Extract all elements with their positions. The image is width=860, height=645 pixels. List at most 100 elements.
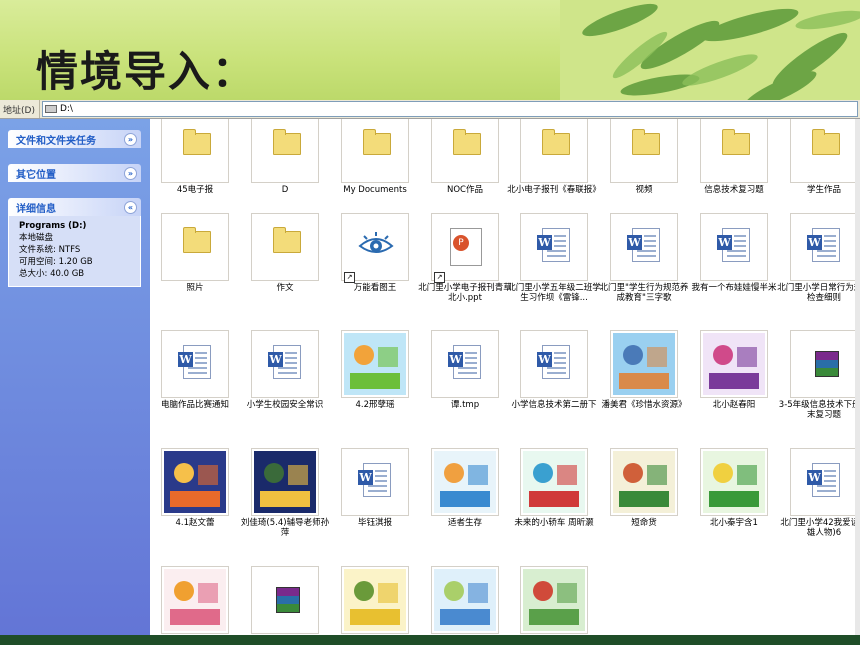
file-thumbnail[interactable] (700, 448, 768, 516)
image-thumbnail-icon (523, 451, 585, 513)
file-name-label: NOC作品 (447, 185, 483, 195)
file-thumbnail[interactable] (251, 566, 319, 634)
other-places-header[interactable]: 其它位置 » (8, 164, 141, 182)
file-name-label: 视频 (635, 185, 653, 195)
file-thumbnail[interactable]: W (610, 213, 678, 281)
image-thumbnail-icon (164, 569, 226, 631)
file-name-label: My Documents (343, 185, 407, 195)
file-name-label: 北门里小学42我爱读英雄人物)6 (780, 518, 860, 538)
file-thumbnail[interactable] (520, 119, 588, 183)
leaves-decoration (560, 0, 860, 100)
details-drive-type: 本地磁盘 (19, 233, 54, 243)
file-thumbnail[interactable]: ↗ (341, 213, 409, 283)
scrollbar[interactable] (855, 119, 860, 635)
image-thumbnail-icon (434, 569, 496, 631)
file-thumbnail[interactable] (431, 566, 499, 634)
file-thumbnail[interactable] (341, 119, 409, 183)
file-name-label: D (281, 185, 289, 195)
file-name-label: 学生作品 (806, 185, 841, 195)
tasks-panel[interactable]: 文件和文件夹任务 » (8, 130, 141, 148)
word-document-icon: W (268, 345, 301, 379)
file-name-label: 北小赵春阳 (712, 400, 756, 410)
file-name-label: 北门里小学日常行为规范检查细则 (777, 283, 860, 303)
folder-icon (542, 129, 570, 155)
tasks-panel-header[interactable]: 文件和文件夹任务 » (8, 130, 141, 148)
shortcut-arrow-icon: ↗ (434, 272, 445, 283)
file-thumbnail[interactable] (251, 119, 319, 183)
file-name-label: 适者生存 (447, 518, 482, 528)
file-thumbnail[interactable] (251, 448, 319, 516)
word-document-icon: W (717, 228, 750, 262)
word-document-icon: W (807, 228, 840, 262)
file-thumbnail[interactable]: W (431, 330, 499, 398)
file-thumbnail[interactable] (341, 566, 409, 634)
file-thumbnail[interactable] (161, 566, 229, 634)
file-thumbnail[interactable]: P ↗ (431, 213, 499, 283)
file-thumbnail[interactable] (790, 330, 858, 398)
address-path: D:\ (59, 104, 73, 114)
file-name-label: 北小秦宇含1 (710, 518, 758, 528)
file-name-label: 4.1赵文蕾 (175, 518, 215, 528)
file-name-label: 未来的小轿车 周昕灏 (514, 518, 594, 528)
file-thumbnail[interactable]: W (341, 448, 409, 516)
file-name-label: 刘佳琦(5.4)辅导老师孙萍 (240, 518, 330, 538)
other-places-title: 其它位置 (16, 169, 56, 181)
file-thumbnail[interactable] (431, 448, 499, 516)
word-document-icon: W (537, 228, 570, 262)
file-thumbnail[interactable] (341, 330, 409, 398)
address-bar: 地址(D) D:\ (0, 100, 860, 119)
drive-icon (44, 105, 57, 113)
folder-icon (273, 129, 301, 155)
file-thumbnail[interactable] (790, 119, 858, 183)
image-thumbnail-icon (613, 333, 675, 395)
folder-icon (363, 129, 391, 155)
collapse-chevron-icon[interactable]: « (124, 200, 137, 214)
image-thumbnail-icon (434, 451, 496, 513)
folder-icon (183, 129, 211, 155)
file-thumbnail[interactable]: W (790, 448, 858, 516)
file-thumbnail[interactable] (161, 213, 229, 281)
expand-chevron-icon[interactable]: » (124, 166, 137, 180)
slide-title: 情境导入： (36, 47, 257, 96)
file-thumbnail[interactable] (161, 448, 229, 516)
file-name-label: 北小电子报刊《春联报》 (507, 185, 601, 195)
file-name-label: 北门里"学生行为规范养成教育"三字歌 (599, 283, 689, 303)
file-thumbnail[interactable] (610, 330, 678, 398)
file-view[interactable]: 45电子报 D My Documents NOC作品 北小电子报刊《春联报》 视频 信息技术… (150, 119, 860, 635)
file-name-label: 短命货 (631, 518, 657, 528)
details-filesystem: 文件系统: NTFS (19, 245, 81, 255)
powerpoint-icon: P (450, 228, 482, 266)
file-thumbnail[interactable] (251, 213, 319, 281)
file-thumbnail[interactable] (161, 119, 229, 183)
file-thumbnail[interactable]: W (251, 330, 319, 398)
file-thumbnail[interactable] (610, 119, 678, 183)
address-input[interactable]: D:\ (41, 101, 858, 117)
details-total-size: 总大小: 40.0 GB (19, 269, 85, 279)
file-thumbnail[interactable] (520, 566, 588, 634)
file-thumbnail[interactable] (431, 119, 499, 183)
file-thumbnail[interactable] (520, 448, 588, 516)
file-name-label: 北门里小学电子报刊青草北小.ppt (418, 283, 512, 303)
file-thumbnail[interactable]: W (520, 213, 588, 281)
details-header[interactable]: 详细信息 « (8, 198, 141, 216)
tasks-panel-title: 文件和文件夹任务 (16, 135, 96, 147)
file-thumbnail[interactable]: W (700, 213, 768, 281)
file-thumbnail[interactable] (700, 330, 768, 398)
slide-banner: 情境导入： (0, 0, 860, 100)
image-thumbnail-icon (254, 451, 316, 513)
image-thumbnail-icon (164, 451, 226, 513)
expand-chevron-icon[interactable]: » (124, 132, 137, 146)
file-name-label: 毕钰淇报 (357, 518, 392, 528)
folder-icon (812, 129, 840, 155)
file-thumbnail[interactable] (700, 119, 768, 183)
file-thumbnail[interactable]: W (790, 213, 858, 281)
image-thumbnail-icon (613, 451, 675, 513)
file-name-label: 我有一个布娃娃慢半米 (691, 283, 777, 293)
file-name-label: 北门里小学五年级二班学生习作坝《雷锋... (507, 283, 601, 303)
file-thumbnail[interactable] (610, 448, 678, 516)
folder-icon (453, 129, 481, 155)
file-thumbnail[interactable]: W (520, 330, 588, 398)
file-thumbnail[interactable]: W (161, 330, 229, 398)
image-thumbnail-icon (344, 569, 406, 631)
other-places-panel[interactable]: 其它位置 » (8, 164, 141, 182)
